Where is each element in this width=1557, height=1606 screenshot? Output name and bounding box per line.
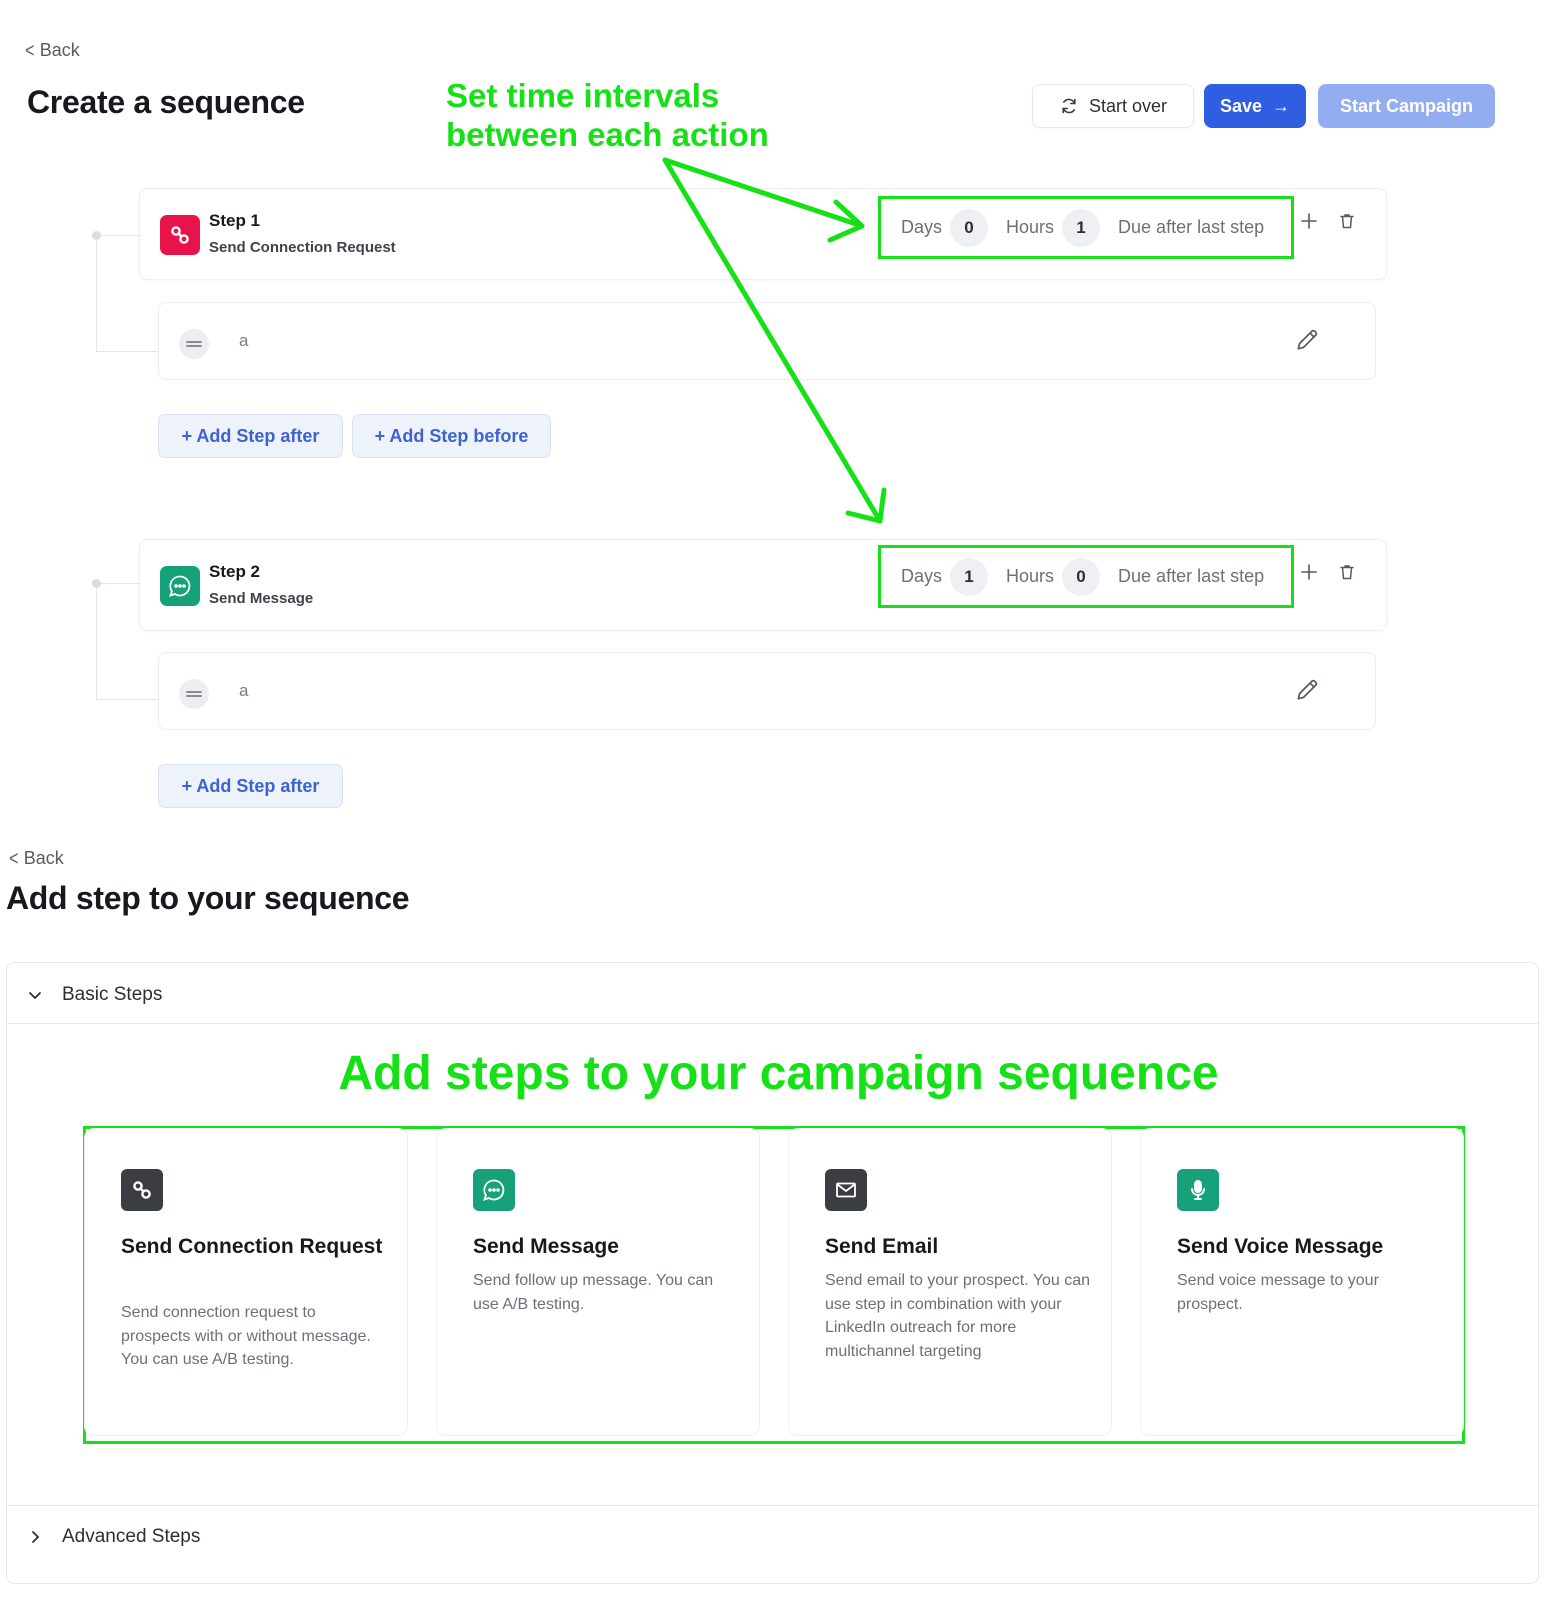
mail-icon [836, 1182, 856, 1198]
card-title: Send Email [825, 1235, 939, 1258]
card-description: Send email to your prospect. You can use… [825, 1272, 1091, 1360]
chat-icon [483, 1179, 505, 1201]
card-description: Send connection request to prospects wit… [121, 1304, 371, 1368]
card-description: Send voice message to your prospect. [1177, 1272, 1379, 1313]
card-description: Send follow up message. You can use A/B … [473, 1272, 714, 1313]
back-link-2[interactable]: < Back [8, 848, 64, 869]
divider [7, 1505, 1538, 1506]
advanced-steps-header[interactable]: Advanced Steps [28, 1526, 200, 1548]
basic-steps-label: Basic Steps [62, 984, 163, 1005]
chevron-left-icon: < [9, 847, 19, 870]
step-type-card-message[interactable]: Send Message Send follow up message. You… [436, 1128, 760, 1436]
step-type-card-email[interactable]: Send Email Send email to your prospect. … [788, 1128, 1112, 1436]
basic-steps-header[interactable]: Basic Steps [28, 984, 162, 1006]
step-type-card-voice[interactable]: Send Voice Message Send voice message to… [1140, 1128, 1464, 1436]
annotation-add-steps: Add steps to your campaign sequence [338, 1047, 1219, 1100]
chevron-right-icon [32, 1531, 40, 1543]
card-title: Send Connection Request [121, 1235, 383, 1258]
step-type-card-connection[interactable]: Send Connection Request Send connection … [84, 1128, 408, 1436]
advanced-steps-label: Advanced Steps [62, 1526, 201, 1547]
link-icon [133, 1181, 151, 1199]
divider [7, 1023, 1538, 1024]
step-type-icon [121, 1169, 163, 1211]
step-type-icon [1177, 1169, 1219, 1211]
card-title: Send Message [473, 1235, 619, 1258]
card-title: Send Voice Message [1177, 1235, 1384, 1258]
step-type-icon [825, 1169, 867, 1211]
step-type-icon [473, 1169, 515, 1211]
mic-icon [1191, 1180, 1205, 1200]
chevron-down-icon [29, 992, 41, 1000]
add-step-title: Add step to your sequence [6, 880, 410, 916]
arrow-to-step1-timing [662, 157, 865, 229]
back-label: Back [23, 848, 64, 868]
